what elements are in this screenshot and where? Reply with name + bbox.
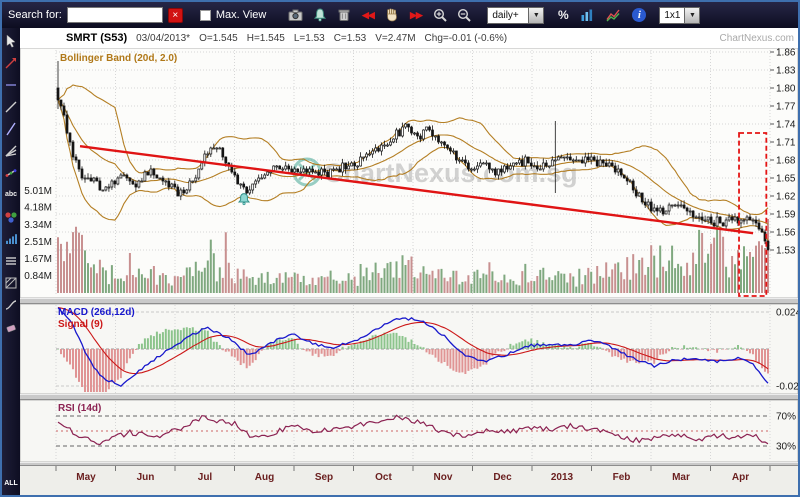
- svg-text:1.67M: 1.67M: [24, 254, 52, 265]
- svg-text:Feb: Feb: [613, 472, 631, 483]
- svg-text:MACD (26d,12d): MACD (26d,12d): [58, 307, 135, 318]
- open-value: O=1.545: [199, 32, 238, 44]
- indicator-list-tool[interactable]: [3, 253, 19, 268]
- svg-text:1.71: 1.71: [776, 138, 796, 149]
- bar-chart-icon[interactable]: [576, 6, 597, 24]
- chevron-down-icon[interactable]: ▼: [685, 6, 701, 24]
- svg-text:Sep: Sep: [315, 472, 333, 483]
- search-label: Search for:: [8, 9, 62, 21]
- chart-canvas[interactable]: ChartNexus.com.sg Bollinger Band (20d, 2.…: [19, 47, 798, 495]
- price-chart-svg: ChartNexus.com.sg Bollinger Band (20d, 2.…: [19, 47, 798, 495]
- svg-text:1.77: 1.77: [776, 102, 796, 113]
- scroll-right-icon[interactable]: ▶▶: [405, 6, 426, 24]
- percent-scale-icon[interactable]: %: [555, 8, 571, 22]
- svg-text:3.34M: 3.34M: [24, 220, 52, 231]
- chart-header: SMRT (S53) 03/04/2013* O=1.545 H=1.545 L…: [20, 28, 798, 48]
- toolbar-icon-group: ◀◀ ▶▶: [285, 6, 474, 24]
- svg-text:Apr: Apr: [732, 472, 749, 483]
- svg-text:2013: 2013: [551, 472, 574, 483]
- drawing-tools-sidebar: abc ALL: [2, 28, 20, 495]
- svg-text:Mar: Mar: [672, 472, 690, 483]
- curve-tool[interactable]: [3, 297, 19, 312]
- color-marker-tool[interactable]: [3, 209, 19, 224]
- volume-value: V=2.47M: [375, 32, 416, 44]
- change-value: Chg=-0.01 (-0.6%): [424, 32, 508, 44]
- svg-text:1.53: 1.53: [776, 246, 796, 257]
- low-value: L=1.53: [293, 32, 325, 44]
- svg-text:1.65: 1.65: [776, 174, 796, 185]
- svg-text:1.86: 1.86: [776, 48, 796, 59]
- high-value: H=1.545: [246, 32, 285, 44]
- eraser-tool[interactable]: [3, 319, 19, 334]
- svg-text:Bollinger Band (20d, 2.0): Bollinger Band (20d, 2.0): [60, 53, 177, 64]
- svg-text:Jul: Jul: [198, 472, 213, 483]
- hand-pan-icon[interactable]: [381, 6, 402, 24]
- chartnexus-window: Search for: × Max. View ◀◀ ▶▶ daily+ ▼ %…: [0, 0, 800, 497]
- period-select[interactable]: daily+ ▼: [487, 6, 545, 24]
- close-value: C=1.53: [333, 32, 367, 44]
- show-all-button[interactable]: ALL: [4, 480, 18, 487]
- svg-text:4.18M: 4.18M: [24, 203, 52, 214]
- chevron-down-icon[interactable]: ▼: [529, 6, 545, 24]
- svg-text:Dec: Dec: [493, 472, 512, 483]
- svg-text:0.84M: 0.84M: [24, 271, 52, 282]
- svg-text:Jun: Jun: [137, 472, 155, 483]
- date-value: 03/04/2013*: [136, 32, 191, 44]
- svg-text:Oct: Oct: [375, 472, 392, 483]
- search-clear-button[interactable]: ×: [167, 7, 183, 23]
- horizontal-line-tool[interactable]: [3, 77, 19, 92]
- trend-arrow-tool[interactable]: [3, 55, 19, 70]
- text-tool[interactable]: abc: [3, 187, 19, 202]
- main-toolbar: Search for: × Max. View ◀◀ ▶▶ daily+ ▼ %…: [2, 2, 798, 28]
- search-input[interactable]: [66, 7, 163, 23]
- svg-text:RSI (14d): RSI (14d): [58, 403, 101, 414]
- zoom-in-icon[interactable]: [429, 6, 450, 24]
- ray-line-tool[interactable]: [3, 121, 19, 136]
- svg-text:May: May: [76, 472, 96, 483]
- brand-label: ChartNexus.com: [719, 32, 794, 44]
- snapshot-camera-icon[interactable]: [285, 6, 306, 24]
- max-view-checkbox[interactable]: [199, 9, 211, 21]
- trash-icon[interactable]: [333, 6, 354, 24]
- alert-bell-icon[interactable]: [309, 6, 330, 24]
- pattern-fill-tool[interactable]: [3, 275, 19, 290]
- svg-text:Nov: Nov: [434, 472, 453, 483]
- svg-text:1.83: 1.83: [776, 66, 796, 77]
- svg-text:1.59: 1.59: [776, 210, 796, 221]
- info-icon[interactable]: i: [632, 8, 647, 22]
- svg-text:0.024: 0.024: [776, 307, 798, 318]
- svg-text:-0.024: -0.024: [776, 382, 798, 393]
- svg-text:1.56: 1.56: [776, 228, 796, 239]
- pointer-tool[interactable]: [3, 33, 19, 48]
- watermark: ChartNexus.com.sg: [292, 157, 578, 188]
- svg-text:70%: 70%: [776, 412, 796, 423]
- svg-text:Aug: Aug: [255, 472, 274, 483]
- layout-select[interactable]: 1x1 ▼: [659, 6, 701, 24]
- svg-text:30%: 30%: [776, 442, 796, 453]
- svg-text:1.68: 1.68: [776, 156, 796, 167]
- volume-bars-tool[interactable]: [3, 231, 19, 246]
- zoom-out-icon[interactable]: [453, 6, 474, 24]
- fibonacci-tool[interactable]: [3, 165, 19, 180]
- layout-select-value: 1x1: [659, 6, 686, 24]
- svg-text:1.74: 1.74: [776, 120, 796, 131]
- svg-text:1.62: 1.62: [776, 192, 796, 203]
- svg-text:5.01M: 5.01M: [24, 186, 52, 197]
- symbol-title: SMRT (S53): [66, 32, 128, 44]
- svg-text:1.80: 1.80: [776, 84, 796, 95]
- max-view-label: Max. View: [215, 9, 267, 21]
- scroll-left-icon[interactable]: ◀◀: [357, 6, 378, 24]
- svg-text:Signal (9): Signal (9): [58, 319, 103, 330]
- fan-lines-tool[interactable]: [3, 143, 19, 158]
- line-chart-icon[interactable]: [602, 6, 623, 24]
- svg-text:2.51M: 2.51M: [24, 237, 52, 248]
- diagonal-line-tool[interactable]: [3, 99, 19, 114]
- period-select-value: daily+: [487, 6, 530, 24]
